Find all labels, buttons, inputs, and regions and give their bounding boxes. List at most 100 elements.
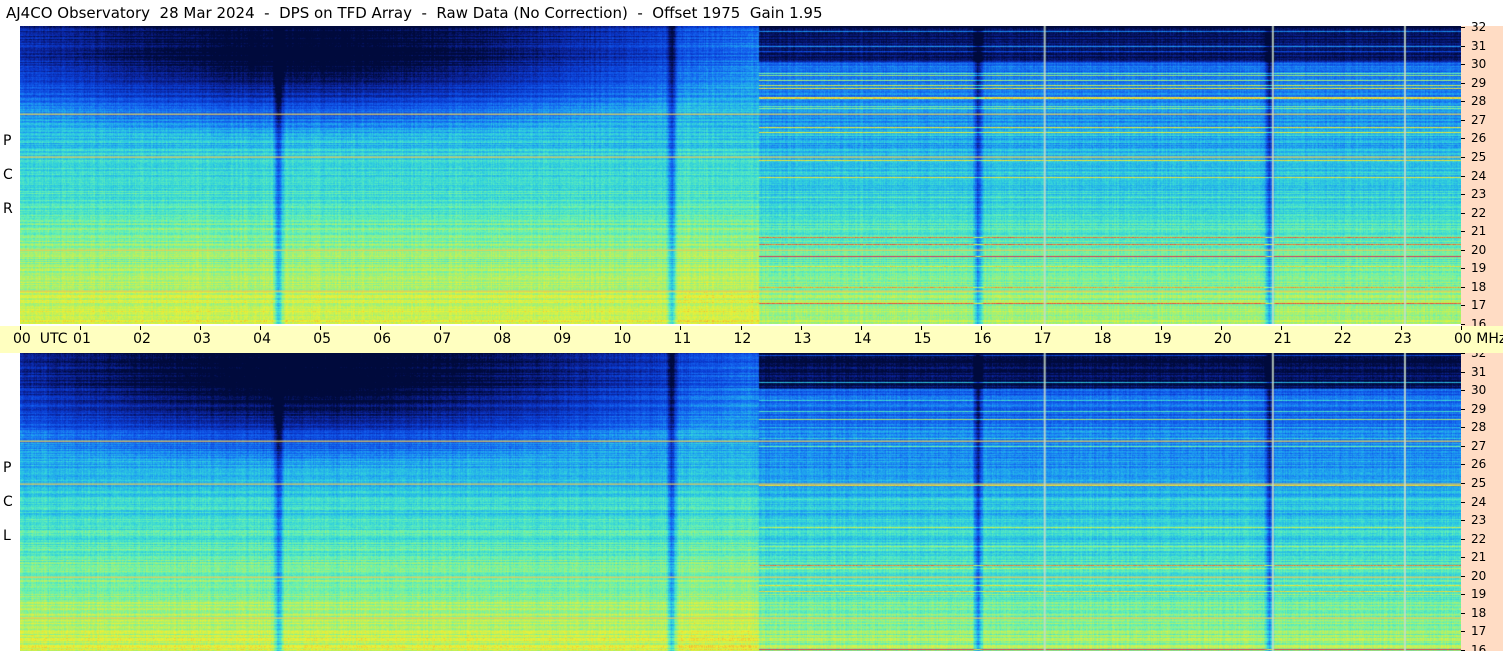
time-tick	[740, 326, 742, 330]
time-label: 14	[853, 331, 872, 347]
rcp-freq-tick	[1461, 138, 1465, 140]
rcp-freq-tick	[1461, 175, 1465, 177]
bottom-margin	[0, 651, 1503, 672]
rcp-freq-tick	[1461, 231, 1465, 233]
time-tick	[440, 326, 442, 330]
lcp-freq-tick	[1461, 371, 1465, 373]
rcp-freq-tick	[1461, 101, 1465, 103]
rcp-freq-tick	[1461, 305, 1465, 307]
time-label: 08	[493, 331, 512, 347]
lcp-freq-tick	[1461, 482, 1465, 484]
time-label: 18	[1093, 331, 1112, 347]
time-label: 06	[373, 331, 392, 347]
rcp-freq-tick	[1461, 27, 1465, 28]
rcp-freq-label: 27	[1471, 112, 1487, 127]
rcp-label-c: C	[3, 167, 13, 183]
rcp-freq-label: 32	[1471, 20, 1487, 34]
time-label: 11	[673, 331, 692, 347]
time-tick	[800, 326, 802, 330]
time-tick	[380, 326, 382, 330]
time-label: 22	[1333, 331, 1352, 347]
lcp-label-l: L	[3, 528, 11, 544]
lcp-freq-label: 31	[1471, 364, 1487, 379]
lcp-freq-tick	[1461, 631, 1465, 633]
lcp-freq-label: 19	[1471, 587, 1487, 602]
rcp-freq-tick	[1461, 194, 1465, 196]
time-label: 17	[1033, 331, 1052, 347]
rcp-freq-label: 22	[1471, 205, 1487, 220]
lcp-freq-tick	[1461, 612, 1465, 614]
lcp-freq-label: 23	[1471, 513, 1487, 528]
time-tick	[20, 326, 21, 330]
time-tick	[1400, 326, 1402, 330]
time-tick	[620, 326, 622, 330]
rcp-freq-label: 25	[1471, 149, 1487, 164]
time-label: 12	[733, 331, 752, 347]
time-label: 00 MHz	[1454, 331, 1503, 347]
time-label: 20	[1213, 331, 1232, 347]
rcp-label-p: P	[3, 133, 12, 149]
lcp-freq-tick	[1461, 520, 1465, 522]
time-label: 05	[313, 331, 332, 347]
rcp-freq-label: 31	[1471, 38, 1487, 53]
lcp-spectrogram	[20, 353, 1461, 651]
time-tick	[560, 326, 562, 330]
time-tick	[500, 326, 502, 330]
rcp-freq-label: 19	[1471, 261, 1487, 276]
lcp-freq-tick	[1461, 557, 1465, 559]
rcp-frequency-axis: 16 17 18 19 20 21 22 23 24 25 26 27 28 29 30 31 32	[1461, 21, 1503, 330]
rcp-freq-tick	[1461, 286, 1465, 288]
lcp-freq-label: 22	[1471, 531, 1487, 546]
time-tick	[140, 326, 142, 330]
rcp-label-r: R	[3, 201, 13, 217]
rcp-freq-label: 20	[1471, 242, 1487, 257]
time-tick	[320, 326, 322, 330]
lcp-freq-label: 29	[1471, 401, 1487, 416]
rcp-freq-tick	[1461, 156, 1465, 158]
rcp-spectrogram	[20, 26, 1461, 324]
lcp-heatmap-canvas	[20, 353, 1461, 651]
lcp-freq-tick	[1461, 408, 1465, 410]
time-tick	[680, 326, 682, 330]
time-label: 13	[793, 331, 812, 347]
rcp-label-strip: P C R	[0, 26, 20, 324]
lcp-freq-tick	[1461, 427, 1465, 429]
lcp-freq-tick	[1461, 445, 1465, 447]
lcp-freq-label: 26	[1471, 457, 1487, 472]
lcp-freq-label: 20	[1471, 568, 1487, 583]
time-tick	[1100, 326, 1102, 330]
time-tick	[1340, 326, 1342, 330]
time-label: 16	[973, 331, 992, 347]
time-axis: 00 UTC 01 02 03 04 05 06 07 08 09 10 11 12 13 14 15 16 17…	[0, 326, 1503, 353]
lcp-freq-label: 25	[1471, 475, 1487, 490]
rcp-freq-label: 17	[1471, 298, 1487, 313]
lcp-freq-tick	[1461, 464, 1465, 466]
time-label: 23	[1393, 331, 1412, 347]
lcp-freq-tick	[1461, 594, 1465, 596]
time-label: 00 UTC	[13, 331, 68, 347]
rcp-freq-tick	[1461, 212, 1465, 214]
time-tick	[1220, 326, 1222, 330]
time-label: 19	[1153, 331, 1172, 347]
time-tick	[980, 326, 982, 330]
lcp-freq-label: 24	[1471, 494, 1487, 509]
time-tick	[260, 326, 262, 330]
time-tick	[1461, 326, 1462, 330]
rcp-freq-label: 28	[1471, 94, 1487, 109]
time-label: 15	[913, 331, 932, 347]
rcp-freq-tick	[1461, 268, 1465, 270]
time-label: 01	[73, 331, 91, 347]
rcp-freq-tick	[1461, 249, 1465, 251]
time-label: 03	[193, 331, 211, 347]
rcp-freq-label: 23	[1471, 187, 1487, 202]
time-label: 07	[433, 331, 452, 347]
rcp-freq-label: 30	[1471, 57, 1487, 72]
lcp-freq-label: 30	[1471, 383, 1487, 398]
rcp-freq-tick	[1461, 45, 1465, 47]
rcp-freq-tick	[1461, 82, 1465, 84]
time-tick	[920, 326, 922, 330]
lcp-freq-tick	[1461, 353, 1465, 354]
lcp-freq-label: 28	[1471, 420, 1487, 435]
rcp-freq-label: 26	[1471, 131, 1487, 146]
rcp-freq-label: 24	[1471, 168, 1487, 183]
